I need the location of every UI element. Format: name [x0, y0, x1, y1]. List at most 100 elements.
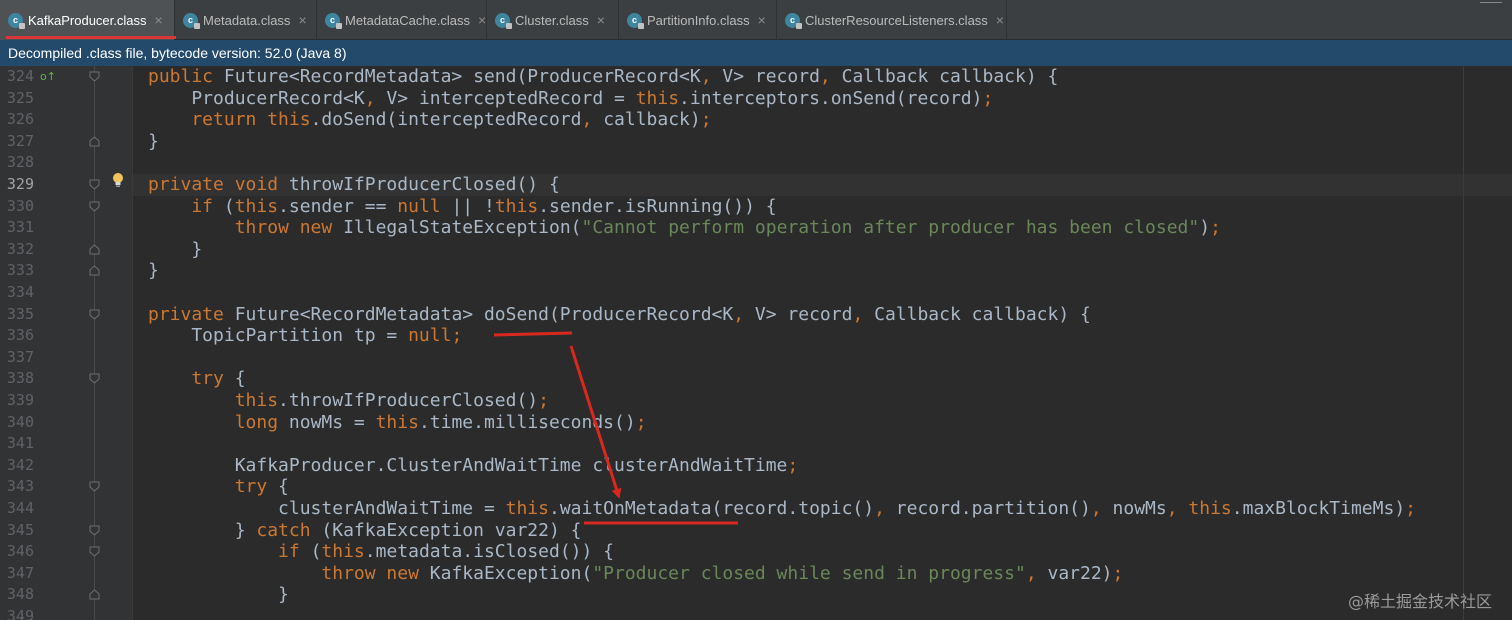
line-number: 345: [6, 520, 34, 539]
line-number: 334: [6, 283, 34, 301]
code-token: long: [148, 411, 289, 433]
fold-collapse-icon[interactable]: [89, 179, 100, 190]
code-token: V> interceptedRecord =: [386, 87, 636, 109]
fold-collapse-icon[interactable]: [89, 481, 100, 493]
close-icon[interactable]: ×: [996, 12, 1004, 28]
code-token: ProducerRecord<K: [148, 87, 365, 109]
code-line[interactable]: throw new KafkaException("Producer close…: [148, 563, 1123, 585]
code-line[interactable]: }: [148, 131, 159, 153]
class-file-icon: c: [183, 12, 200, 29]
code-token: .doSend(interceptedRecord: [310, 109, 582, 131]
line-number: 337: [6, 347, 34, 366]
code-token: Callback callback) {: [874, 303, 1091, 325]
code-token: ,: [852, 303, 875, 325]
fold-collapse-icon[interactable]: [89, 546, 100, 557]
code-token: .time.milliseconds(): [418, 411, 636, 433]
code-line[interactable]: private void throwIfProducerClosed() {: [148, 174, 560, 196]
line-number: 338: [6, 369, 34, 388]
fold-collapse-icon[interactable]: [89, 309, 100, 320]
code-token: private: [148, 303, 235, 325]
code-token: ;: [538, 390, 549, 411]
code-line[interactable]: }: [148, 260, 159, 282]
fold-collapse-icon[interactable]: [89, 373, 100, 385]
code-line[interactable]: try {: [148, 476, 289, 498]
close-icon[interactable]: ×: [298, 12, 306, 28]
tab-kafkaproducer[interactable]: c KafkaProducer.class ×: [0, 0, 175, 40]
code-token: Future<RecordMetadata> doSend(ProducerRe…: [234, 303, 734, 325]
code-editor[interactable]: o↑ 324 public Future<RecordMetadata> send…: [0, 66, 1512, 620]
code-token: this: [494, 195, 539, 217]
banner-text: Decompiled .class file, bytecode version…: [8, 45, 347, 61]
code-line[interactable]: KafkaProducer.ClusterAndWaitTime cluster…: [148, 455, 799, 477]
code-token: this: [148, 390, 279, 411]
tab-label: Cluster.class: [515, 12, 589, 28]
gutter-separator: [132, 66, 133, 620]
line-number: 327: [6, 131, 34, 150]
line-number: 349: [6, 607, 34, 620]
line-number: 336: [6, 326, 34, 345]
lightbulb-icon[interactable]: [112, 172, 124, 188]
code-line[interactable]: TopicPartition tp = null;: [148, 325, 462, 347]
code-token: clusterAndWaitTime =: [148, 498, 506, 519]
right-margin-guide: [1463, 66, 1464, 620]
tab-bar-menu-icon[interactable]: [1480, 2, 1502, 3]
watermark: @稀土掘金技术社区: [1347, 592, 1492, 611]
code-token: .interceptors.onSend(record): [679, 87, 983, 109]
implements-method-icon[interactable]: o↑: [40, 70, 56, 83]
fold-collapse-icon[interactable]: [89, 71, 100, 82]
code-line[interactable]: if (this.metadata.isClosed()) {: [148, 541, 614, 563]
tab-clusterresourcelisteners[interactable]: c ClusterResourceListeners.class ×: [777, 0, 1007, 40]
close-icon[interactable]: ×: [597, 12, 605, 28]
code-token: .maxBlockTimeMs): [1231, 498, 1406, 519]
fold-end-icon[interactable]: [89, 136, 100, 147]
code-line[interactable]: return this.doSend(interceptedRecord, ca…: [148, 109, 712, 131]
code-line[interactable]: }: [148, 584, 289, 606]
fold-collapse-icon[interactable]: [89, 201, 100, 212]
line-number: 333: [6, 261, 34, 280]
code-line[interactable]: public Future<RecordMetadata> send(Produ…: [148, 66, 1058, 88]
code-token: public: [148, 66, 224, 87]
active-tab-underline: [6, 36, 176, 39]
close-icon[interactable]: ×: [758, 12, 766, 28]
close-icon[interactable]: ×: [478, 12, 486, 28]
code-token: ,: [733, 303, 755, 325]
code-line[interactable]: if (this.sender == null || !this.sender.…: [148, 195, 776, 218]
code-line[interactable]: clusterAndWaitTime = this.waitOnMetadata…: [148, 498, 1416, 520]
fold-end-icon[interactable]: [89, 244, 100, 255]
code-line[interactable]: long nowMs = this.time.milliseconds();: [148, 412, 647, 434]
fold-end-icon[interactable]: [89, 265, 100, 276]
line-number: 335: [6, 304, 34, 323]
code-token: null;: [408, 325, 463, 347]
tab-partitioninfo[interactable]: c PartitionInfo.class ×: [619, 0, 777, 40]
code-line[interactable]: try {: [148, 368, 245, 390]
code-line[interactable]: throw new IllegalStateException("Cannot …: [148, 217, 1221, 239]
code-token: ;: [1405, 498, 1416, 519]
code-line[interactable]: } catch (KafkaException var22) {: [148, 520, 582, 542]
code-line[interactable]: this.throwIfProducerClosed();: [148, 390, 549, 412]
code-token: ,: [581, 109, 604, 131]
fold-collapse-icon[interactable]: [89, 525, 100, 536]
code-token: V> record: [722, 66, 820, 87]
code-token: "Producer closed while send in progress": [592, 562, 1026, 584]
line-number: 329: [6, 175, 34, 193]
code-token: }: [148, 238, 203, 260]
code-token: ;: [700, 109, 712, 131]
code-token: ;: [982, 87, 994, 109]
code-line[interactable]: ProducerRecord<K, V> interceptedRecord =…: [148, 88, 993, 110]
close-icon[interactable]: ×: [155, 12, 163, 28]
code-line[interactable]: }: [148, 239, 202, 261]
code-token: ,: [1025, 562, 1048, 584]
tab-label: Metadata.class: [203, 12, 291, 28]
code-line[interactable]: private Future<RecordMetadata> doSend(Pr…: [148, 304, 1091, 326]
fold-end-icon[interactable]: [89, 589, 100, 600]
tab-label: ClusterResourceListeners.class: [805, 12, 988, 28]
tab-label: MetadataCache.class: [345, 12, 471, 28]
tab-cluster[interactable]: c Cluster.class ×: [487, 0, 619, 40]
line-number: 324: [6, 67, 34, 85]
code-token: Callback callback) {: [841, 66, 1059, 87]
tab-metadata[interactable]: c Metadata.class ×: [175, 0, 317, 40]
code-token: this: [375, 411, 419, 433]
line-number: 348: [6, 585, 34, 604]
tab-metadatacache[interactable]: c MetadataCache.class ×: [317, 0, 487, 40]
code-token: throw new: [148, 562, 430, 584]
